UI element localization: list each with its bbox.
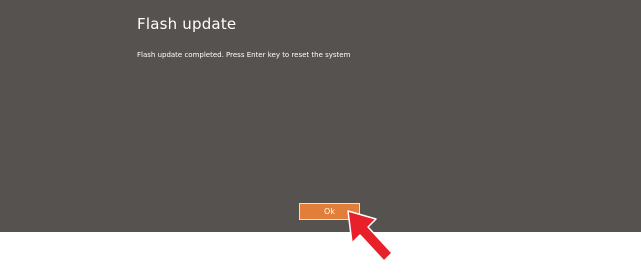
flash-update-dialog: Flash update Flash update completed. Pre…: [0, 0, 641, 232]
ok-button[interactable]: Ok: [299, 203, 360, 220]
dialog-message: Flash update completed. Press Enter key …: [137, 51, 351, 59]
dialog-title: Flash update: [137, 15, 237, 33]
